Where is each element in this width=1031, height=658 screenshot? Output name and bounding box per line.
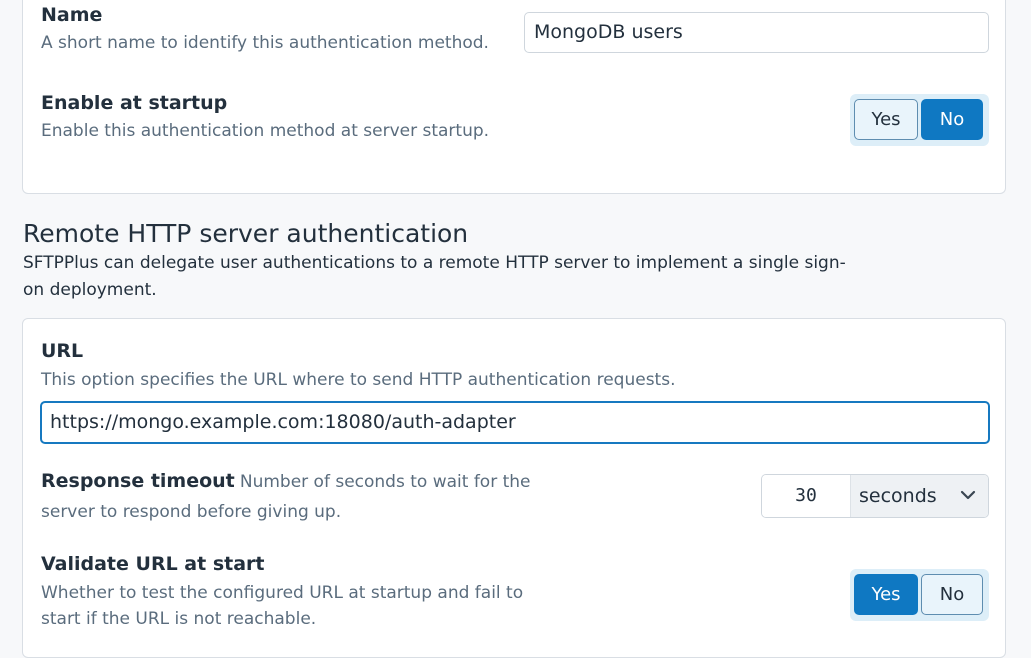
enable-startup-help: Enable this authentication method at ser…	[41, 121, 490, 141]
validate-url-help-line2: start if the URL is not reachable.	[41, 609, 317, 629]
timeout-unit-value: seconds	[859, 485, 937, 507]
timeout-label: Response timeout	[41, 470, 235, 492]
validate-url-toggle: Yes No	[850, 569, 989, 621]
url-label: URL	[41, 340, 84, 362]
validate-url-help-line1: Whether to test the configured URL at st…	[41, 583, 524, 603]
timeout-unit-select[interactable]: seconds	[850, 475, 988, 517]
name-label: Name	[41, 4, 103, 26]
validate-url-yes-button[interactable]: Yes	[854, 574, 918, 615]
chevron-down-icon	[960, 490, 976, 500]
validate-url-label: Validate URL at start	[41, 553, 265, 575]
section-description: SFTPPlus can delegate user authenticatio…	[23, 253, 846, 300]
timeout-input[interactable]: 30	[762, 475, 850, 517]
timeout-help-line2: server to respond before giving up.	[41, 502, 342, 522]
enable-startup-label: Enable at startup	[41, 92, 228, 114]
url-help: This option specifies the URL where to s…	[41, 370, 676, 390]
section-title: Remote HTTP server authentication	[23, 219, 469, 248]
enable-startup-toggle: Yes No	[850, 94, 989, 146]
name-input[interactable]: MongoDB users	[524, 12, 989, 53]
enable-startup-yes-button[interactable]: Yes	[854, 99, 918, 140]
validate-url-no-button[interactable]: No	[921, 574, 983, 615]
enable-startup-no-button[interactable]: No	[921, 99, 983, 140]
name-help: A short name to identify this authentica…	[41, 33, 489, 53]
timeout-field-group: 30 seconds	[761, 474, 989, 518]
timeout-label-line: Response timeout Number of seconds to wa…	[41, 470, 531, 493]
timeout-help-line1: Number of seconds to wait for the	[239, 472, 531, 492]
url-input[interactable]: https://mongo.example.com:18080/auth-ada…	[40, 401, 990, 444]
